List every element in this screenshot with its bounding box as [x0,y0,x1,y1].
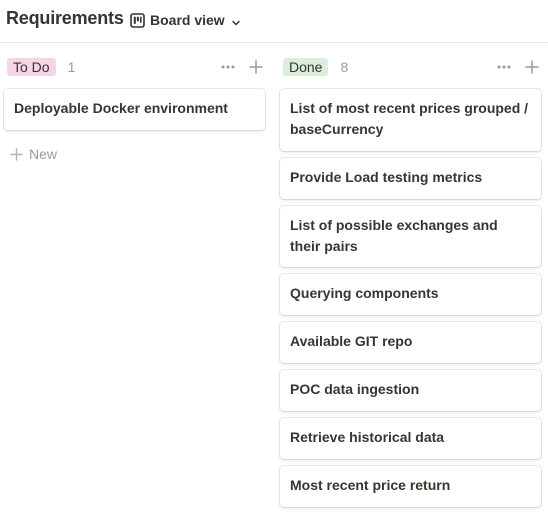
board-card[interactable]: Querying components [280,274,541,315]
more-options-icon[interactable] [496,59,512,75]
board-card[interactable]: Deployable Docker environment [4,89,265,130]
board-card[interactable]: List of most recent prices grouped / bas… [280,89,541,151]
board-header: Requirements Board view [0,0,548,42]
board-card[interactable]: Provide Load testing metrics [280,158,541,199]
board-card[interactable]: List of possible exchanges and their pai… [280,206,541,267]
board-card[interactable]: Available GIT repo [280,322,541,363]
column-header-todo: To Do 1 [7,56,75,78]
status-tag-done[interactable]: Done [283,58,329,76]
more-options-icon[interactable] [220,59,236,75]
status-tag-todo[interactable]: To Do [7,58,56,76]
add-card-icon[interactable] [524,59,540,75]
column-actions-todo [220,57,264,77]
column-header-done: Done 8 [283,56,348,78]
board-icon [130,12,145,28]
board-card[interactable]: Retrieve historical data [280,418,541,459]
page-title: Requirements [6,8,124,28]
new-card-button[interactable]: New [10,144,57,164]
board-card[interactable]: POC data ingestion [280,370,541,411]
column-actions-done [496,57,540,77]
board-card[interactable]: Most recent price return [280,466,541,507]
new-card-label: New [29,146,58,162]
plus-icon [10,147,23,161]
card-count-done: 8 [340,59,349,75]
add-card-icon[interactable] [248,59,264,75]
view-switcher[interactable]: Board view [130,10,241,30]
card-count-todo: 1 [67,59,76,75]
header-divider [0,42,548,43]
chevron-down-icon [231,15,241,26]
view-label: Board view [150,12,225,28]
